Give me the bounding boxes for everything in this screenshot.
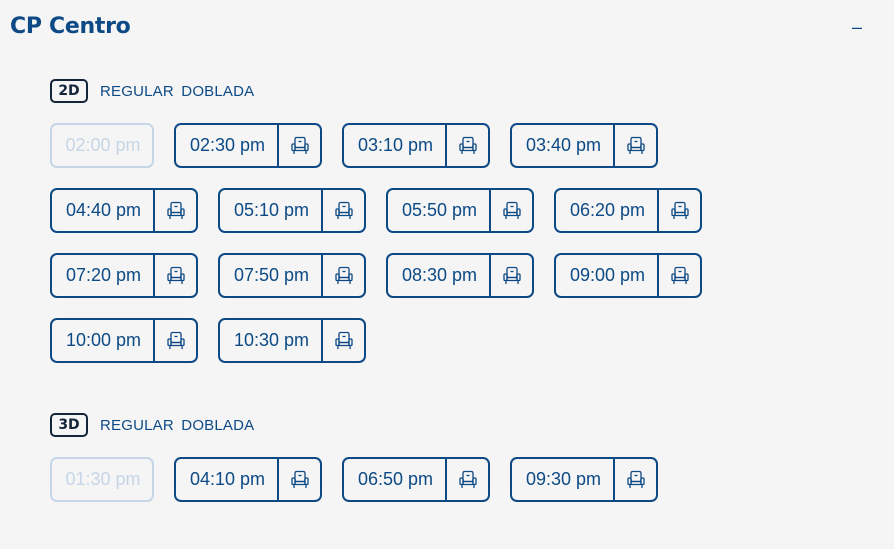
showtime-button[interactable]: 06:20 pm	[554, 188, 702, 233]
format-badge: 3D	[50, 413, 88, 437]
format-description: REGULAR DOBLADA	[100, 416, 255, 434]
showtime-button[interactable]: 09:00 pm	[554, 253, 702, 298]
seat-icon[interactable]	[153, 255, 196, 296]
showtime-label: 10:30 pm	[233, 330, 310, 350]
showtime-button[interactable]: 06:50 pm	[342, 457, 490, 502]
showtime-button[interactable]: 02:30 pm	[174, 123, 322, 168]
showtime-label: 01:30 pm	[65, 469, 141, 489]
format-description: REGULAR DOBLADA	[100, 82, 255, 100]
showtime-button[interactable]: 07:20 pm	[50, 253, 198, 298]
showtime-button[interactable]: 10:00 pm	[50, 318, 198, 363]
seat-icon[interactable]	[657, 255, 700, 296]
showtime-label: 04:10 pm	[189, 469, 266, 489]
showtime-button[interactable]: 03:40 pm	[510, 123, 658, 168]
showtime-button[interactable]: 09:30 pm	[510, 457, 658, 502]
cinema-title: CP Centro	[10, 14, 131, 39]
seat-icon[interactable]	[321, 255, 364, 296]
showtime-label: 02:00 pm	[65, 135, 141, 155]
showtime-button[interactable]: 05:50 pm	[386, 188, 534, 233]
showtime-button[interactable]: 04:10 pm	[174, 457, 322, 502]
showtime-label: 10:00 pm	[65, 330, 142, 350]
showtime-list: 02:00 pm 02:30 pm 03:10 pm 03:40 pm 04:40 pm…	[50, 123, 840, 383]
showtime-label: 08:30 pm	[401, 265, 478, 285]
minus-icon[interactable]: –	[850, 18, 864, 36]
showtime-list: 01:30 pm 04:10 pm 06:50 pm 09:30 pm	[50, 457, 840, 522]
seat-icon[interactable]	[489, 255, 532, 296]
showtime-button[interactable]: 07:50 pm	[218, 253, 366, 298]
showtime-label: 05:10 pm	[233, 200, 310, 220]
showtime-label: 03:10 pm	[357, 135, 434, 155]
seat-icon[interactable]	[277, 125, 320, 166]
format-section-2d: 2D REGULAR DOBLADA 02:00 pm 02:30 pm 03:10…	[50, 79, 850, 383]
format-section-3d: 3D REGULAR DOBLADA 01:30 pm 04:10 pm 06:50…	[50, 413, 850, 522]
seat-icon[interactable]	[613, 125, 656, 166]
showtime-label: 05:50 pm	[401, 200, 478, 220]
showtime-label: 06:20 pm	[569, 200, 646, 220]
seat-icon[interactable]	[657, 190, 700, 231]
seat-icon[interactable]	[445, 459, 488, 500]
showtime-label: 06:50 pm	[357, 469, 434, 489]
cinema-header: CP Centro –	[10, 14, 864, 39]
showtime-label: 03:40 pm	[525, 135, 602, 155]
showtime-label: 09:00 pm	[569, 265, 646, 285]
showtime-button[interactable]: 04:40 pm	[50, 188, 198, 233]
seat-icon[interactable]	[153, 320, 196, 361]
seat-icon[interactable]	[321, 190, 364, 231]
format-row: 3D REGULAR DOBLADA	[50, 413, 850, 437]
seat-icon[interactable]	[613, 459, 656, 500]
showtime-button[interactable]: 10:30 pm	[218, 318, 366, 363]
showtime-label: 07:50 pm	[233, 265, 310, 285]
seat-icon[interactable]	[277, 459, 320, 500]
seat-icon[interactable]	[445, 125, 488, 166]
showtime-button-disabled: 02:00 pm	[50, 123, 154, 168]
showtime-label: 04:40 pm	[65, 200, 142, 220]
showtime-label: 09:30 pm	[525, 469, 602, 489]
format-row: 2D REGULAR DOBLADA	[50, 79, 850, 103]
showtime-button-disabled: 01:30 pm	[50, 457, 154, 502]
format-badge: 2D	[50, 79, 88, 103]
seat-icon[interactable]	[489, 190, 532, 231]
showtime-button[interactable]: 08:30 pm	[386, 253, 534, 298]
showtime-button[interactable]: 05:10 pm	[218, 188, 366, 233]
seat-icon[interactable]	[321, 320, 364, 361]
showtime-label: 02:30 pm	[189, 135, 266, 155]
seat-icon[interactable]	[153, 190, 196, 231]
showtime-label: 07:20 pm	[65, 265, 142, 285]
showtime-button[interactable]: 03:10 pm	[342, 123, 490, 168]
